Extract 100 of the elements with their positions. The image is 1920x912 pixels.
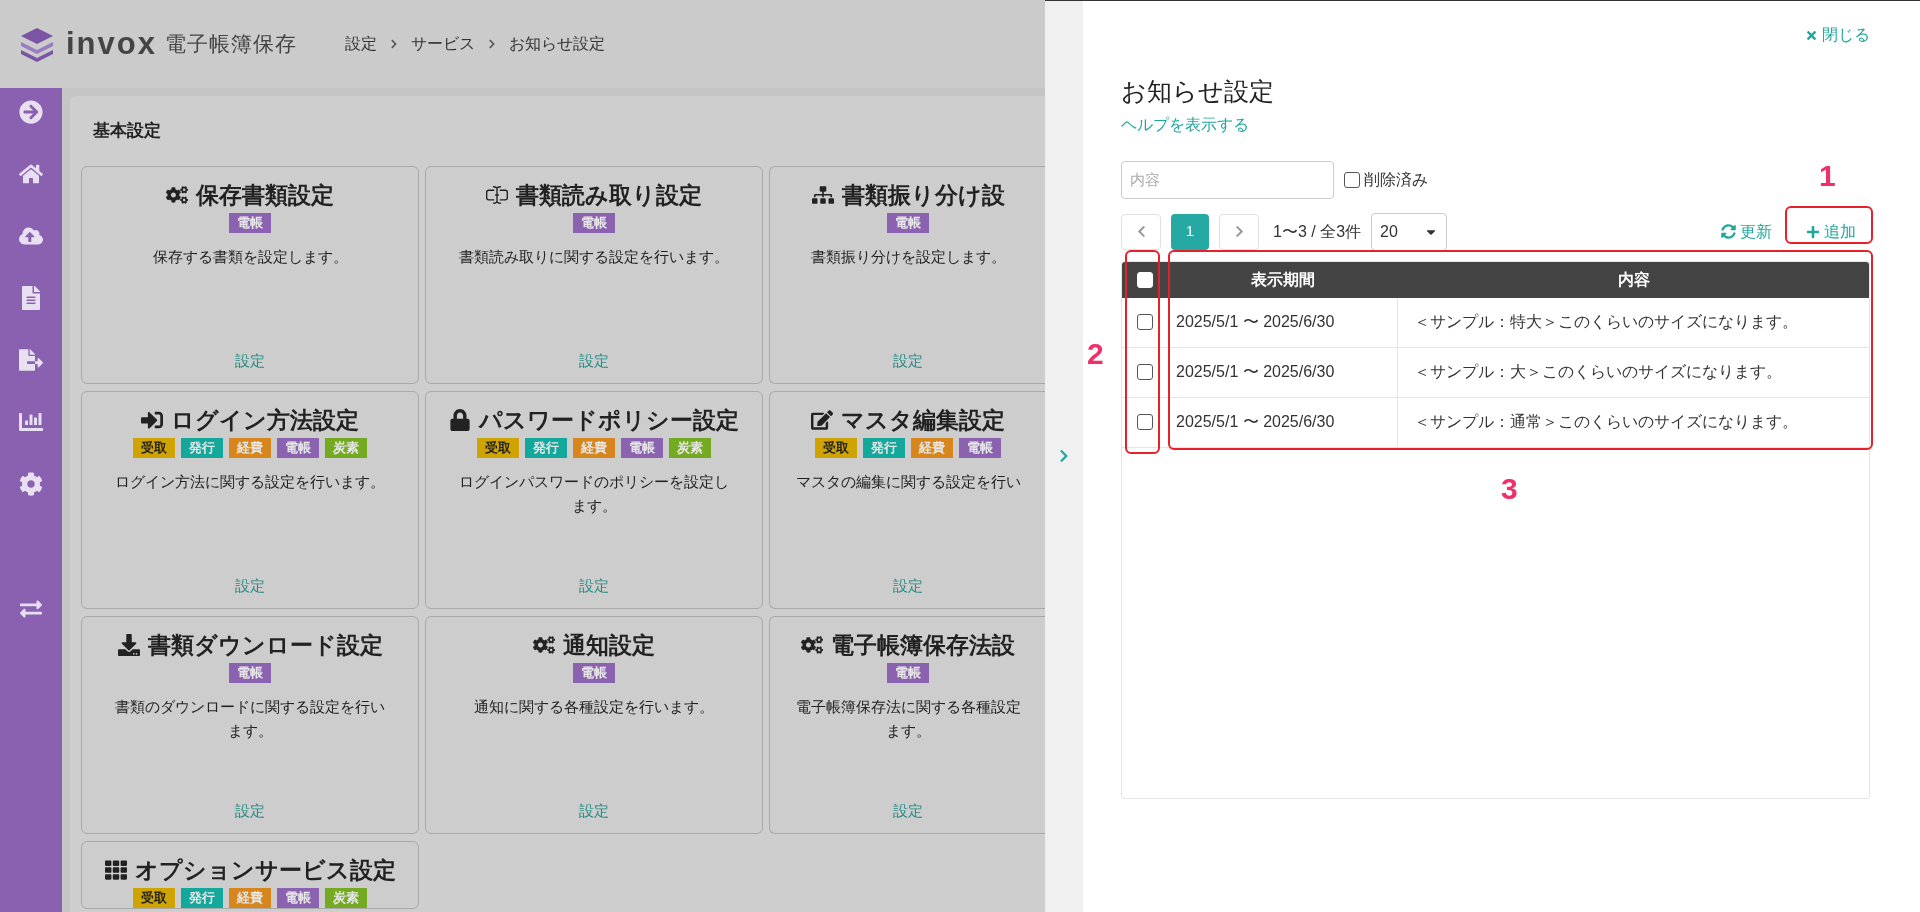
settings-link[interactable]: 設定 xyxy=(235,575,265,598)
service-tag: 電帳 xyxy=(887,212,929,233)
service-tag: 経費 xyxy=(229,437,271,458)
hierarchy-icon xyxy=(811,183,834,206)
service-tag: 発行 xyxy=(181,887,223,908)
chevron-icon xyxy=(486,39,497,49)
settings-link[interactable]: 設定 xyxy=(579,800,609,823)
service-tag: 受取 xyxy=(477,437,519,458)
document-icon[interactable] xyxy=(19,286,43,310)
settings-link[interactable]: 設定 xyxy=(235,800,265,823)
settings-link[interactable]: 設定 xyxy=(893,350,923,373)
service-tag: 受取 xyxy=(133,437,175,458)
checkbox[interactable] xyxy=(1137,314,1153,330)
service-tag: 経費 xyxy=(911,437,953,458)
card-description: 書類のダウンロードに関する設定を行い ます。 xyxy=(115,696,385,741)
add-button[interactable]: 追加 xyxy=(1792,213,1870,250)
service-tag: 電帳 xyxy=(229,212,271,233)
checkbox[interactable] xyxy=(1137,414,1153,430)
breadcrumb-link[interactable]: サービス xyxy=(410,32,475,56)
close-icon xyxy=(1805,28,1818,42)
card-description: ログインパスワードのポリシーを設定し ます。 xyxy=(459,471,729,516)
card-description: マスタの編集に関する設定を行い xyxy=(795,471,1021,492)
settings-icon[interactable] xyxy=(19,472,43,496)
chevron-icon xyxy=(388,39,399,49)
lock-icon xyxy=(449,408,471,431)
range-text: 1〜3 / 全3件 xyxy=(1273,221,1362,242)
close-button[interactable]: 閉じる xyxy=(1805,23,1870,47)
plus-icon xyxy=(1806,224,1820,239)
help-link[interactable]: ヘルプを表示する xyxy=(1121,112,1870,137)
column-header: 表示期間 xyxy=(1250,269,1316,290)
table-cell: 2025/5/1 〜 2025/6/30 xyxy=(1168,347,1398,397)
card-title: 保存書類設定 xyxy=(196,180,334,210)
layers-logo-icon xyxy=(18,25,56,63)
service-tag: 電帳 xyxy=(621,437,663,458)
card-title: 通知設定 xyxy=(563,630,655,660)
service-tag: 電帳 xyxy=(229,662,271,683)
search-field[interactable]: 内容 xyxy=(1121,160,1334,199)
checkbox[interactable] xyxy=(1344,171,1360,188)
card-description: ログイン方法に関する設定を行います。 xyxy=(115,471,385,492)
breadcrumb-link[interactable]: 設定 xyxy=(344,32,377,56)
gears-icon xyxy=(801,633,823,656)
arrows-icon[interactable] xyxy=(20,598,42,620)
service-tag: 経費 xyxy=(573,437,615,458)
table-cell-text: ＜サンプル：特大＞このくらいのサイズになります。 xyxy=(1413,312,1799,332)
gears-icon xyxy=(533,633,555,656)
service-tag: 炭素 xyxy=(669,437,711,458)
service-tag: 電帳 xyxy=(573,662,615,683)
settings-link[interactable]: 設定 xyxy=(579,350,609,373)
service-tag: 発行 xyxy=(181,437,223,458)
service-tag: 電帳 xyxy=(277,887,319,908)
service-tag: 電帳 xyxy=(277,437,319,458)
page-button[interactable]: 1 xyxy=(1171,213,1209,250)
table-cell: 2025/5/1 〜 2025/6/30 xyxy=(1168,397,1398,447)
table-cell-text: ＜サンプル：通常＞このくらいのサイズになります。 xyxy=(1413,412,1799,432)
card-title: オプションサービス設定 xyxy=(134,855,396,885)
service-tag: 炭素 xyxy=(325,437,367,458)
service-tag: 発行 xyxy=(525,437,567,458)
service-tag: 電帳 xyxy=(959,437,1001,458)
deleted-filter[interactable]: 削除済み xyxy=(1344,167,1428,192)
service-tag: 受取 xyxy=(133,887,175,908)
refresh-button[interactable]: 更新 xyxy=(1721,219,1772,244)
grid-icon xyxy=(104,858,127,881)
card-description: 通知に関する各種設定を行います。 xyxy=(474,696,714,717)
card-description: 保存する書類を設定します。 xyxy=(152,246,348,267)
card-description: 書類振り分けを設定します。 xyxy=(810,246,1006,267)
settings-link[interactable]: 設定 xyxy=(893,575,923,598)
card-title: ログイン方法設定 xyxy=(171,405,359,435)
refresh-icon xyxy=(1721,224,1736,239)
service-tag: 受取 xyxy=(815,437,857,458)
checkbox[interactable] xyxy=(1137,364,1153,380)
annotation-number: 2 xyxy=(1087,336,1104,372)
service-tag: 炭素 xyxy=(325,887,367,908)
settings-link[interactable]: 設定 xyxy=(235,350,265,373)
settings-link[interactable]: 設定 xyxy=(893,800,923,823)
service-tag: 経費 xyxy=(229,887,271,908)
card-title: パスワードポリシー設定 xyxy=(479,405,739,435)
card-title: 書類読み取り設定 xyxy=(516,180,702,210)
annotation-number: 1 xyxy=(1819,158,1836,194)
logo-text: invox xyxy=(66,24,157,63)
card-description: 電子帳簿保存法に関する各種設定 ます。 xyxy=(795,696,1021,741)
home-icon[interactable] xyxy=(19,162,43,186)
table-cell-text: ＜サンプル：大＞このくらいのサイズになります。 xyxy=(1413,362,1783,382)
table-cell: 2025/5/1 〜 2025/6/30 xyxy=(1168,297,1398,347)
download-icon xyxy=(117,633,140,656)
card-title: 電子帳簿保存法設 xyxy=(831,630,1015,660)
service-tag: 電帳 xyxy=(887,662,929,683)
edit-icon xyxy=(811,408,833,431)
section-title: 基本設定 xyxy=(93,120,162,142)
card-title: 書類ダウンロード設定 xyxy=(147,630,383,660)
settings-link[interactable]: 設定 xyxy=(579,575,609,598)
service-tag: 発行 xyxy=(863,437,905,458)
file-export-icon[interactable] xyxy=(19,348,43,372)
product-name: 電子帳簿保存 xyxy=(164,31,297,58)
card-description: 書類読み取りに関する設定を行います。 xyxy=(459,246,729,267)
card-title: 書類振り分け設 xyxy=(841,180,1005,210)
breadcrumb-current-page: お知らせ設定 xyxy=(508,34,605,54)
card-title: マスタ編集設定 xyxy=(841,405,1005,435)
panel-title: お知らせ設定 xyxy=(1121,76,1275,107)
column-header: 内容 xyxy=(1616,269,1651,290)
chart-icon[interactable] xyxy=(19,410,43,434)
